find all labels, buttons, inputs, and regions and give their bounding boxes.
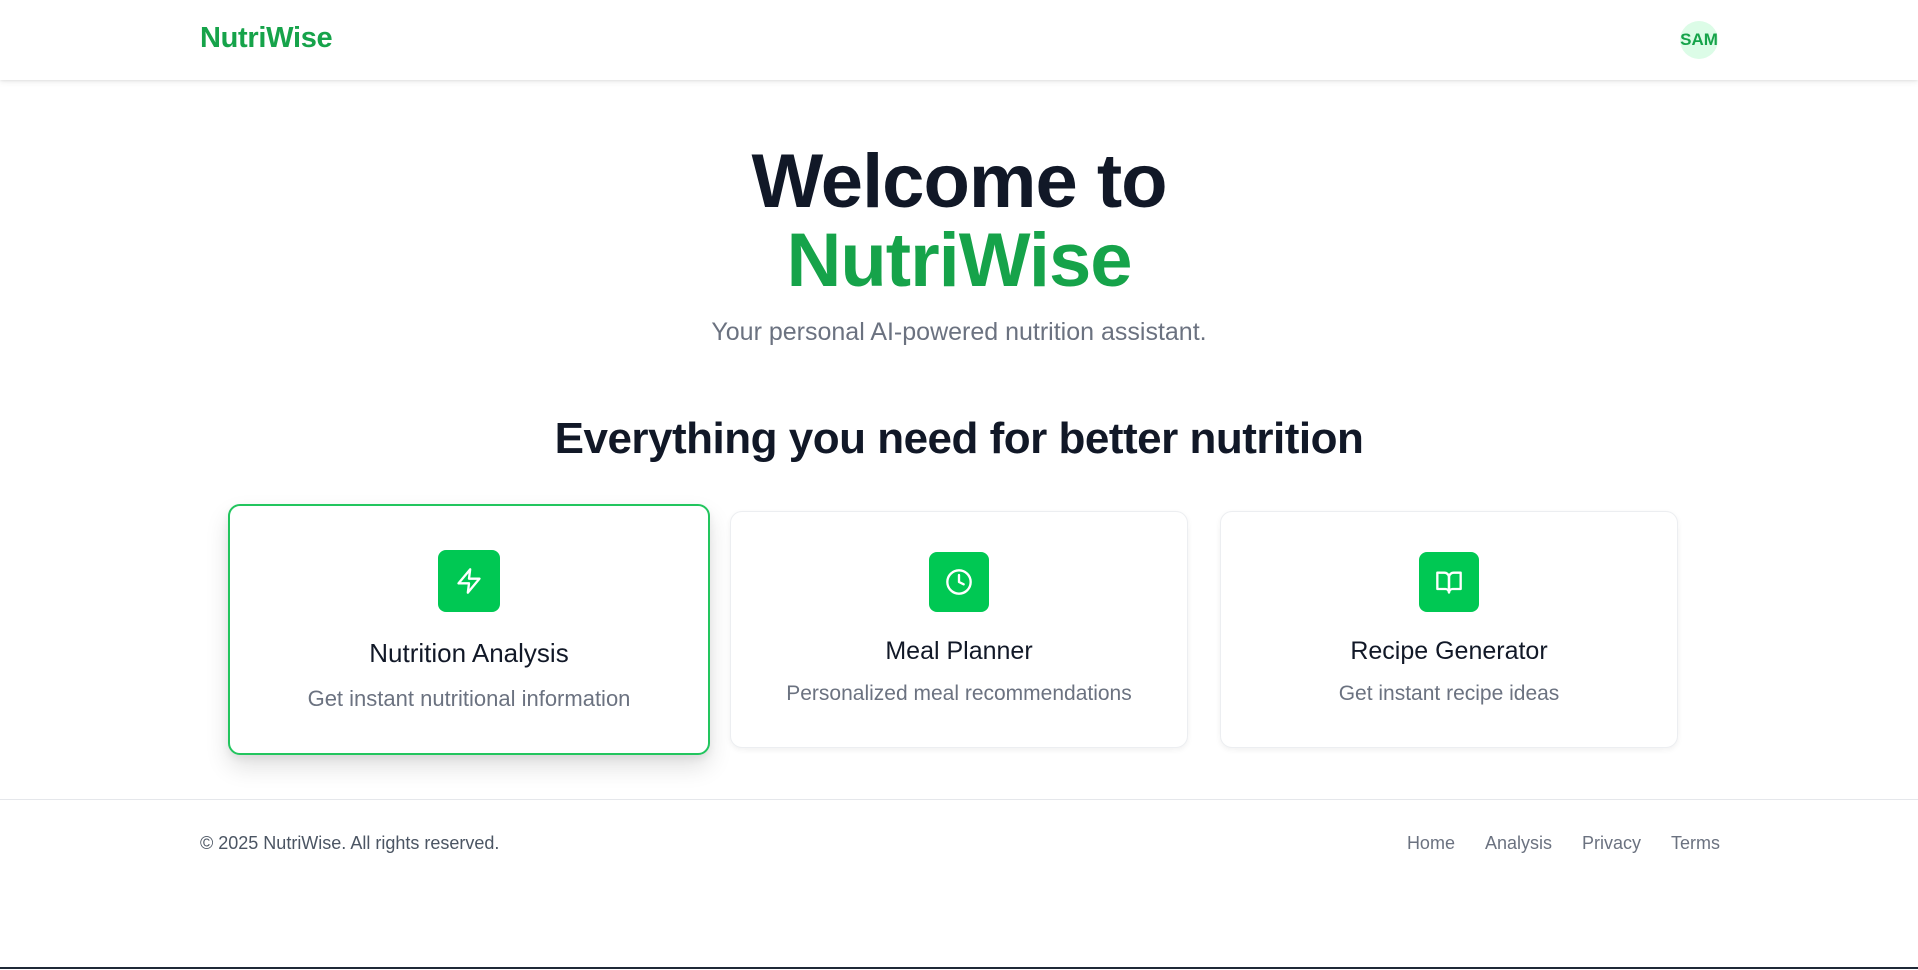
features-heading: Everything you need for better nutrition	[554, 414, 1364, 463]
footer-link-privacy[interactable]: Privacy	[1582, 833, 1641, 854]
hero-subtitle: Your personal AI-powered nutrition assis…	[711, 318, 1207, 346]
feature-card-title: Recipe Generator	[1350, 637, 1548, 665]
feature-card-title: Meal Planner	[885, 637, 1033, 665]
footer-link-analysis[interactable]: Analysis	[1485, 833, 1552, 854]
top-navbar: NutriWise SAM	[0, 0, 1918, 80]
feature-card-description: Get instant nutritional information	[307, 686, 631, 711]
feature-card-description: Personalized meal recommendations	[786, 682, 1132, 705]
hero-title-line1: Welcome to	[751, 139, 1167, 224]
feature-card-meal-planner[interactable]: Meal Planner Personalized meal recommend…	[730, 511, 1188, 748]
footer-divider	[0, 799, 1918, 800]
footer-link-home[interactable]: Home	[1407, 833, 1455, 854]
feature-card-recipe-generator[interactable]: Recipe Generator Get instant recipe idea…	[1220, 511, 1678, 748]
footer-nav: Home Analysis Privacy Terms	[1407, 833, 1720, 854]
feature-card-description: Get instant recipe ideas	[1338, 682, 1560, 705]
clock-icon	[929, 552, 989, 612]
feature-card-nutrition-analysis[interactable]: Nutrition Analysis Get instant nutrition…	[228, 504, 710, 755]
hero-title-brand: NutriWise	[786, 218, 1132, 303]
footer-link-terms[interactable]: Terms	[1671, 833, 1720, 854]
feature-card-title: Nutrition Analysis	[369, 638, 569, 668]
user-avatar[interactable]: SAM	[1680, 21, 1718, 59]
book-open-icon	[1419, 552, 1479, 612]
footer-copyright: © 2025 NutriWise. All rights reserved.	[200, 833, 500, 853]
page-bottom-border	[0, 967, 1918, 969]
lightning-icon	[438, 550, 500, 612]
brand-logo[interactable]: NutriWise	[200, 22, 333, 55]
